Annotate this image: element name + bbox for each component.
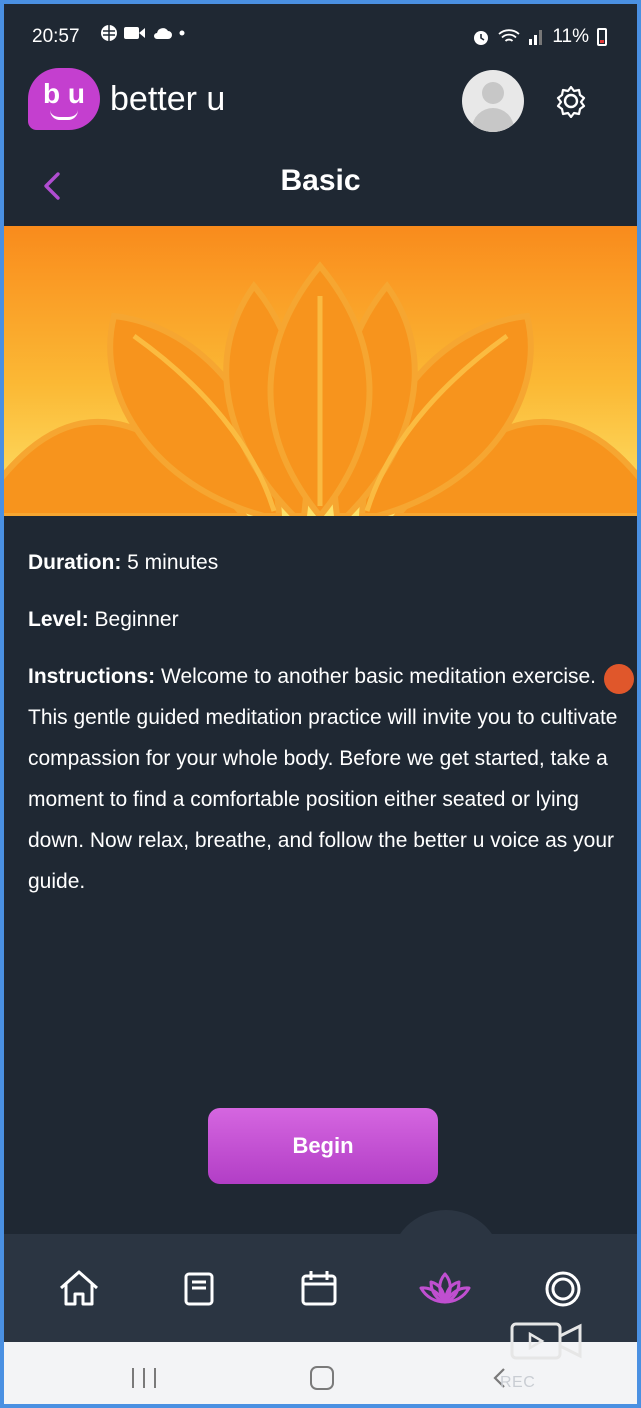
screen-recorder-icon <box>510 1322 582 1360</box>
lifebuoy-icon[interactable] <box>540 1266 586 1312</box>
avatar-body <box>472 108 514 132</box>
avatar[interactable] <box>462 70 524 132</box>
floating-recorder-bubble[interactable] <box>604 664 634 694</box>
app-logo: b u <box>28 68 100 130</box>
status-bar: 20:57 11% <box>4 4 637 66</box>
video-icon <box>124 27 145 39</box>
instructions-label: Instructions: <box>28 665 156 688</box>
logo-text: b u <box>43 78 85 109</box>
level-label: Level: <box>28 608 89 631</box>
cloud-icon <box>154 28 172 39</box>
home-button-icon[interactable] <box>310 1366 334 1390</box>
level-value: Beginner <box>94 608 179 631</box>
status-right: 11% <box>472 26 607 48</box>
notification-icons <box>100 24 186 42</box>
instructions-text: Welcome to another basic meditation exer… <box>28 665 618 893</box>
status-time: 20:57 <box>32 26 80 47</box>
dot-icon <box>179 30 185 36</box>
calendar-icon[interactable] <box>296 1266 342 1312</box>
gear-icon[interactable] <box>554 84 588 118</box>
alarm-icon <box>474 31 489 45</box>
globe-icon <box>101 25 117 41</box>
home-icon[interactable] <box>56 1266 102 1312</box>
battery-percent: 11% <box>552 26 589 47</box>
level-row: Level: Beginner <box>28 599 618 640</box>
meditation-details: Duration: 5 minutes Level: Beginner Inst… <box>28 542 618 902</box>
avatar-head <box>482 82 504 104</box>
lotus-icon[interactable] <box>416 1266 474 1312</box>
wifi-icon <box>498 29 520 42</box>
hero-banner <box>4 226 637 516</box>
logo-smile <box>50 110 78 120</box>
begin-button[interactable]: Begin <box>208 1108 438 1184</box>
duration-label: Duration: <box>28 551 122 574</box>
duration-value: 5 minutes <box>127 551 219 574</box>
journal-icon[interactable] <box>176 1266 222 1312</box>
page-title: Basic <box>280 164 361 197</box>
app-name: better u <box>110 80 226 118</box>
recorder-watermark: REC <box>500 1374 536 1391</box>
duration-row: Duration: 5 minutes <box>28 542 618 583</box>
lotus-illustration <box>4 261 637 516</box>
signal-icon <box>529 30 543 45</box>
battery-icon <box>597 28 607 46</box>
app-screen: 20:57 11% b u better u Basic Duration: 5… <box>4 4 637 1404</box>
recents-icon[interactable] <box>132 1368 156 1388</box>
instructions: Instructions: Welcome to another basic m… <box>28 656 618 902</box>
